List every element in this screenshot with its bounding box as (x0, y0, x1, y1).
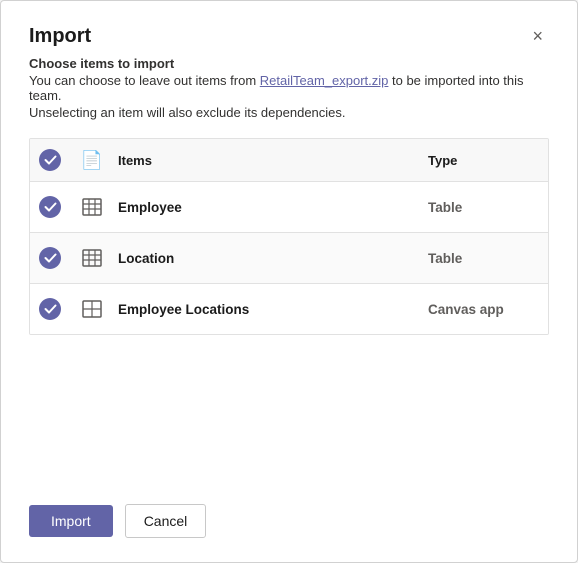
import-button[interactable]: Import (29, 505, 113, 537)
row2-name: Location (114, 251, 428, 266)
description: You can choose to leave out items from R… (29, 73, 549, 103)
header-icon-col: 📄 (70, 150, 114, 171)
row3-check-circle[interactable] (39, 298, 61, 320)
row1-name: Employee (114, 200, 428, 215)
row3-type-icon (70, 300, 114, 318)
subtitle: Choose items to import (29, 56, 549, 71)
page-icon: 📄 (81, 150, 103, 171)
row2-check[interactable] (30, 247, 70, 269)
row1-type: Table (428, 200, 548, 215)
table-row: Employee Table (30, 182, 548, 233)
cancel-button[interactable]: Cancel (125, 504, 207, 538)
row3-name: Employee Locations (114, 302, 428, 317)
note-text: Unselecting an item will also exclude it… (29, 105, 549, 120)
header-check-circle[interactable] (39, 149, 61, 171)
row2-type-icon (70, 249, 114, 267)
file-name: RetailTeam_export.zip (260, 73, 389, 88)
items-table: 📄 Items Type (29, 138, 549, 335)
close-button[interactable]: × (526, 25, 549, 47)
header-type-label: Type (428, 153, 548, 168)
row1-check[interactable] (30, 196, 70, 218)
row2-type: Table (428, 251, 548, 266)
row3-type: Canvas app (428, 302, 548, 317)
import-dialog: Import × Choose items to import You can … (0, 0, 578, 563)
row1-type-icon (70, 198, 114, 216)
dialog-footer: Import Cancel (29, 472, 549, 538)
header-items-label: Items (114, 153, 428, 168)
row3-check[interactable] (30, 298, 70, 320)
dialog-title: Import (29, 25, 91, 48)
header-check-col (30, 149, 70, 171)
row2-check-circle[interactable] (39, 247, 61, 269)
dialog-header: Import × (29, 25, 549, 48)
table-row: Location Table (30, 233, 548, 284)
row1-check-circle[interactable] (39, 196, 61, 218)
table-header: 📄 Items Type (30, 139, 548, 182)
table-row: Employee Locations Canvas app (30, 284, 548, 334)
